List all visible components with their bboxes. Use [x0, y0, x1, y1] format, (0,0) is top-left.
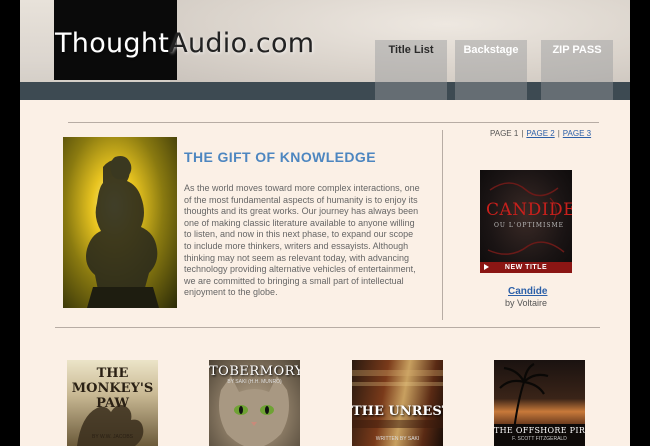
tab-label: ZIP PASS	[552, 44, 602, 56]
featured-book-cover[interactable]: CANDIDE OU L'OPTIMISME NEW TITLE	[480, 170, 572, 273]
book-title: THE OFFSHORE PIRATE	[494, 426, 585, 435]
thinker-statue-icon	[86, 156, 159, 308]
tab-label: Title List	[388, 44, 434, 56]
book-cover-unrest-cure[interactable]: THE UNREST CURE WRITTEN BY SAKI	[352, 360, 443, 446]
book-byline: BY W.W. JACOBS	[91, 434, 134, 440]
book-title: THE UNREST CURE	[352, 404, 443, 419]
cover-title: CANDIDE	[486, 200, 572, 220]
page-2-link[interactable]: PAGE 2	[526, 129, 554, 138]
book-byline: BY SAKI (H.H. MUNRO)	[227, 379, 282, 385]
book-byline: WRITTEN BY SAKI	[375, 436, 420, 442]
tab-title-list[interactable]: Title List	[375, 40, 447, 100]
page-frame: ThoughtAudio.com Title List Backstage ZI…	[20, 0, 630, 446]
page-current: PAGE 1	[490, 129, 519, 138]
new-title-badge: NEW TITLE	[480, 262, 572, 273]
feature-body: As the world moves toward more complex i…	[184, 183, 420, 298]
divider-vertical	[442, 130, 443, 320]
book-cover-offshore-pirate[interactable]: THE OFFSHORE PIRATE F. SCOTT FITZGERALD	[494, 360, 585, 446]
tab-backstage[interactable]: Backstage	[455, 40, 527, 100]
divider-top	[68, 122, 599, 123]
divider-bottom	[55, 327, 600, 328]
page-3-link[interactable]: PAGE 3	[563, 129, 591, 138]
pager-separator: |	[557, 129, 560, 138]
header-bar	[20, 82, 630, 100]
feature-title: THE GIFT OF KNOWLEDGE	[184, 149, 376, 165]
cover-subtitle: OU L'OPTIMISME	[494, 222, 564, 229]
featured-book-author: by Voltaire	[505, 298, 548, 308]
featured-book-link[interactable]: Candide	[508, 286, 547, 297]
train-blur-icon	[352, 370, 443, 428]
tab-label: Backstage	[463, 44, 519, 56]
logo-part1: Thought	[55, 28, 170, 59]
book-title: THE MONKEY'S PAW	[71, 366, 154, 411]
tab-zip-pass[interactable]: ZIP PASS	[541, 40, 613, 100]
badge-label: NEW TITLE	[504, 264, 548, 271]
site-header: ThoughtAudio.com Title List Backstage ZI…	[20, 0, 630, 100]
play-arrow-icon	[484, 264, 489, 270]
book-byline: F. SCOTT FITZGERALD	[512, 436, 567, 442]
thinker-statue-image	[63, 137, 177, 308]
book-cover-monkeys-paw[interactable]: THE MONKEY'S PAW BY W.W. JACOBS	[67, 360, 158, 446]
logo-part2: Audio.com	[169, 28, 315, 59]
pagination: PAGE 1 | PAGE 2 | PAGE 3	[490, 129, 591, 138]
book-cover-tobermory[interactable]: TOBERMORY BY SAKI (H.H. MUNRO)	[209, 360, 300, 446]
site-logo[interactable]: ThoughtAudio.com	[55, 28, 314, 59]
book-title: TOBERMORY	[209, 364, 300, 379]
